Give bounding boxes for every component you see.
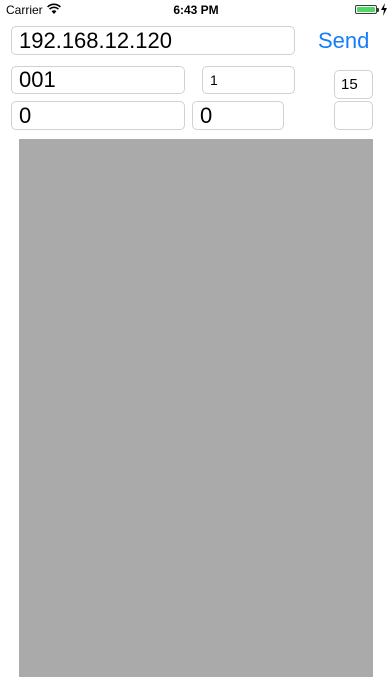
charging-bolt-icon bbox=[381, 3, 387, 16]
id-field[interactable]: 001 bbox=[11, 66, 185, 94]
ip-address-field[interactable]: 192.168.12.120 bbox=[11, 26, 295, 55]
battery-tip bbox=[377, 8, 379, 12]
value-15-field[interactable]: 15 bbox=[334, 70, 373, 99]
battery-icon bbox=[355, 5, 377, 14]
gray-canvas-area[interactable] bbox=[19, 139, 373, 677]
empty-field[interactable] bbox=[334, 101, 373, 130]
status-time: 6:43 PM bbox=[173, 3, 219, 17]
status-bar: Carrier 6:43 PM bbox=[0, 0, 392, 20]
value-1-field[interactable]: 1 bbox=[202, 66, 295, 94]
send-button[interactable]: Send bbox=[318, 28, 369, 54]
left-zero-field[interactable]: 0 bbox=[11, 101, 185, 130]
middle-zero-field[interactable]: 0 bbox=[192, 101, 284, 130]
